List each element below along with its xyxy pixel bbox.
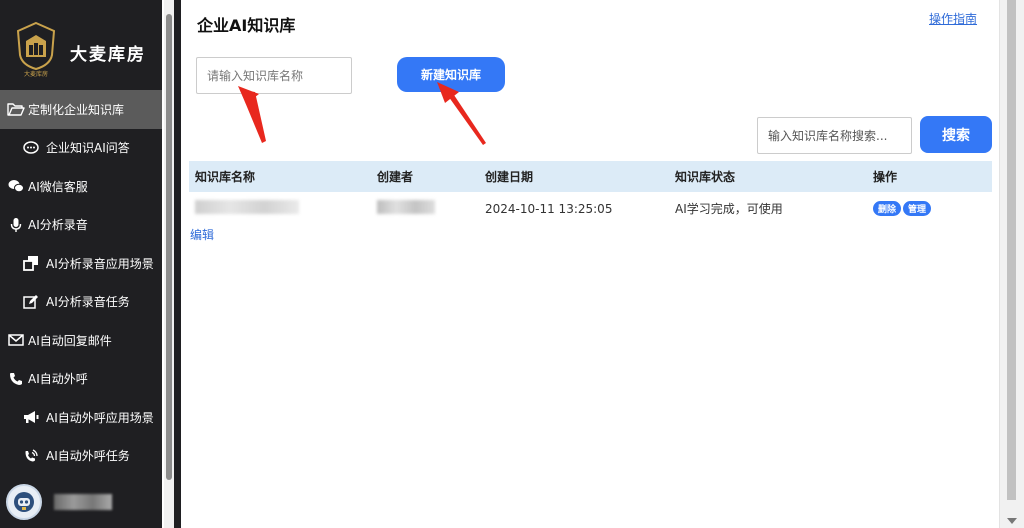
cell-created: 2024-10-11 13:25:05 bbox=[485, 201, 613, 216]
header-created: 创建日期 bbox=[485, 170, 534, 184]
kb-name-redacted bbox=[195, 200, 299, 214]
sidebar-divider bbox=[174, 0, 181, 528]
page-scrollbar[interactable] bbox=[999, 0, 1024, 528]
sidebar-item-call-scenes[interactable]: AI自动外呼应用场景 bbox=[0, 398, 162, 437]
phone-volume-icon bbox=[22, 447, 40, 465]
scroll-down-arrow-icon[interactable] bbox=[1007, 518, 1017, 524]
sidebar-item-label: AI分析录音任务 bbox=[46, 295, 130, 310]
sidebar-item-wechat-service[interactable]: AI微信客服 bbox=[0, 167, 162, 206]
sidebar: 大麦库房 大麦库房 定制化企业知识库 企业知识AI问答 AI微信客服 AI分析录… bbox=[0, 0, 162, 528]
window-restore-icon bbox=[22, 254, 40, 272]
emblem-caption: 大麦库房 bbox=[24, 70, 48, 78]
kb-table: 知识库名称 创建者 创建日期 知识库状态 操作 2024-10-11 13:25… bbox=[189, 161, 992, 225]
chat-bubble-icon bbox=[22, 139, 40, 157]
envelope-icon bbox=[7, 331, 25, 349]
header-name: 知识库名称 bbox=[195, 170, 256, 184]
create-kb-button[interactable]: 新建知识库 bbox=[397, 57, 505, 92]
edit-link[interactable]: 编辑 bbox=[190, 226, 214, 243]
brand-logo[interactable]: 大麦库房 大麦库房 bbox=[14, 18, 154, 86]
sidebar-item-recording-analysis[interactable]: AI分析录音 bbox=[0, 206, 162, 245]
cell-status: AI学习完成，可使用 bbox=[675, 202, 783, 216]
delete-button[interactable]: 删除 bbox=[873, 201, 902, 216]
sidebar-item-label: 企业知识AI问答 bbox=[46, 141, 130, 156]
sidebar-item-label: AI自动外呼应用场景 bbox=[46, 410, 154, 425]
page-title: 企业AI知识库 bbox=[197, 16, 296, 35]
sidebar-item-label: AI自动外呼任务 bbox=[46, 449, 130, 464]
sidebar-item-label: 定制化企业知识库 bbox=[28, 102, 125, 117]
cell-creator bbox=[371, 200, 479, 217]
header-creator: 创建者 bbox=[377, 170, 414, 184]
wechat-icon bbox=[7, 177, 25, 195]
search-input[interactable] bbox=[757, 117, 912, 154]
sidebar-item-label: AI分析录音应用场景 bbox=[46, 256, 154, 271]
creator-redacted bbox=[377, 200, 435, 214]
sidebar-item-ai-qa[interactable]: 企业知识AI问答 bbox=[0, 129, 162, 168]
folder-open-icon bbox=[7, 100, 25, 118]
sidebar-item-recording-tasks[interactable]: AI分析录音任务 bbox=[0, 283, 162, 322]
user-profile[interactable] bbox=[6, 484, 112, 520]
microphone-icon bbox=[7, 216, 25, 234]
phone-icon bbox=[7, 370, 25, 388]
avatar[interactable] bbox=[6, 484, 42, 520]
sidebar-item-auto-email[interactable]: AI自动回复邮件 bbox=[0, 321, 162, 360]
manage-button[interactable]: 管理 bbox=[903, 201, 932, 216]
sidebar-scroll-thumb[interactable] bbox=[166, 14, 172, 480]
brand-name: 大麦库房 bbox=[70, 44, 146, 65]
megaphone-icon bbox=[22, 408, 40, 426]
sidebar-item-auto-call[interactable]: AI自动外呼 bbox=[0, 360, 162, 399]
sidebar-item-label: AI微信客服 bbox=[28, 179, 88, 194]
sidebar-item-recording-scenes[interactable]: AI分析录音应用场景 bbox=[0, 244, 162, 283]
crest-emblem-icon: 大麦库房 bbox=[14, 21, 58, 83]
sidebar-item-label: AI自动回复邮件 bbox=[28, 333, 112, 348]
guide-link[interactable]: 操作指南 bbox=[929, 10, 977, 27]
table-row: 2024-10-11 13:25:05 AI学习完成，可使用 删除 管理 bbox=[189, 192, 992, 225]
sidebar-item-knowledge-base[interactable]: 定制化企业知识库 bbox=[0, 90, 162, 129]
cell-name bbox=[189, 200, 371, 217]
sidebar-item-label: AI自动外呼 bbox=[28, 372, 88, 387]
header-actions: 操作 bbox=[873, 170, 898, 184]
user-name-redacted bbox=[54, 494, 112, 510]
main-content: 企业AI知识库 操作指南 新建知识库 搜索 知识库名称 创建者 创建日期 知识库… bbox=[181, 0, 999, 528]
edit-icon bbox=[22, 293, 40, 311]
sidebar-scrollbar[interactable] bbox=[164, 0, 174, 528]
sidebar-item-label: AI分析录音 bbox=[28, 218, 88, 233]
search-button[interactable]: 搜索 bbox=[920, 116, 992, 153]
sidebar-nav: 定制化企业知识库 企业知识AI问答 AI微信客服 AI分析录音 AI分析录音应用… bbox=[0, 90, 162, 475]
header-status: 知识库状态 bbox=[675, 170, 736, 184]
sidebar-item-call-tasks[interactable]: AI自动外呼任务 bbox=[0, 437, 162, 476]
kb-name-input[interactable] bbox=[196, 57, 352, 94]
table-header: 知识库名称 创建者 创建日期 知识库状态 操作 bbox=[189, 161, 992, 192]
cell-actions: 删除 管理 bbox=[867, 201, 992, 216]
page-scroll-thumb[interactable] bbox=[1007, 0, 1016, 500]
